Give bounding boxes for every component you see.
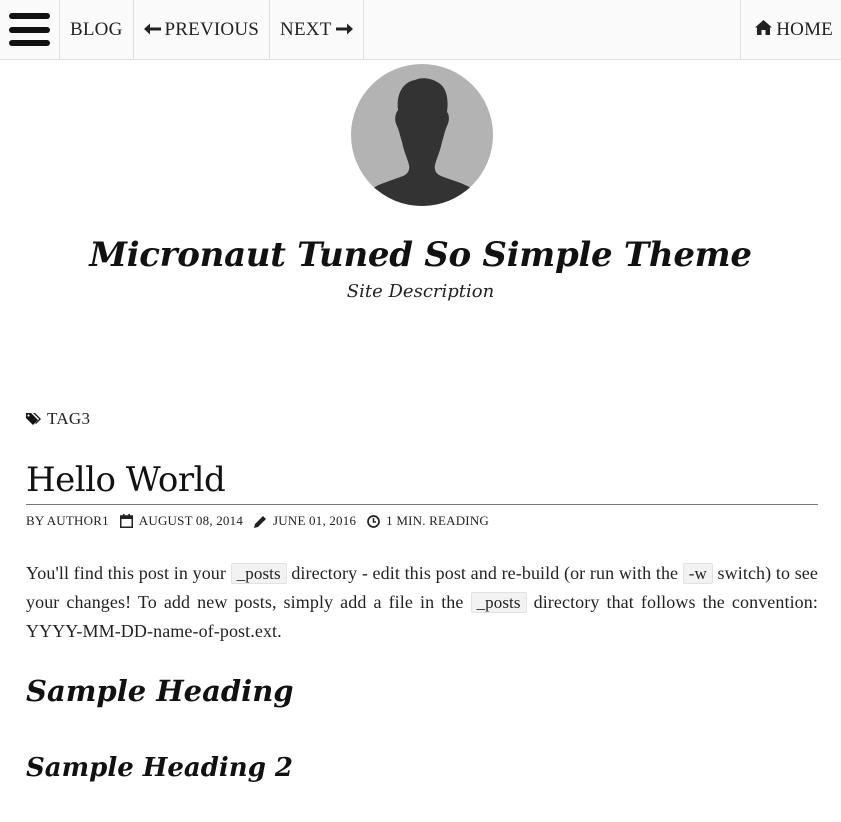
code-watch-flag: -w — [682, 563, 713, 584]
hamburger-menu-icon — [9, 13, 50, 46]
arrow-left-icon — [143, 19, 161, 41]
nav-previous-link[interactable]: PREVIOUS — [134, 0, 271, 59]
nav-home-label: HOME — [776, 18, 833, 40]
code-posts-1: _posts — [230, 563, 287, 584]
post-paragraph: You'll find this post in your _posts dir… — [26, 559, 818, 645]
sample-heading: Sample Heading — [26, 674, 294, 708]
reading-time-text: 1 MIN. READING — [386, 513, 489, 528]
sample-heading-2: Sample Heading 2 — [26, 753, 294, 783]
post-author: BY AUTHOR1 — [26, 513, 109, 528]
nav-previous-label: PREVIOUS — [164, 18, 260, 40]
paragraph-text-1: You'll find this post in your — [26, 563, 231, 583]
published-date-text: AUGUST 08, 2014 — [138, 513, 244, 528]
post-modified-date: JUNE 01, 2016 — [254, 513, 356, 529]
post-meta: BY AUTHOR1 AUGUST 08, 2014 JUNE 01, 2016… — [26, 513, 500, 529]
tag-label: TAG3 — [47, 409, 91, 428]
clock-icon — [367, 514, 381, 528]
avatar — [351, 64, 493, 206]
code-posts-2: _posts — [470, 592, 527, 613]
nav-home-link[interactable]: HOME — [740, 0, 841, 59]
arrow-right-icon — [335, 19, 353, 41]
nav-next-link[interactable]: NEXT — [270, 0, 364, 59]
site-description: Site Description — [346, 281, 495, 302]
nav-blog-link[interactable]: BLOG — [60, 0, 134, 59]
nav-blog-label: BLOG — [70, 18, 123, 40]
post-tag[interactable]: TAG3 — [26, 409, 90, 429]
calendar-icon — [119, 514, 133, 528]
nav-next-label: NEXT — [280, 18, 332, 40]
tags-icon — [26, 413, 41, 425]
menu-button[interactable] — [0, 0, 60, 59]
site-title[interactable]: Micronaut Tuned So Simple Theme — [0, 235, 841, 275]
paragraph-text-2: directory - edit this post and re-build … — [286, 563, 683, 583]
top-navbar: BLOG PREVIOUS NEXT HOME — [0, 0, 841, 60]
home-icon — [755, 19, 773, 41]
post-reading-time: 1 MIN. READING — [367, 513, 489, 529]
pencil-icon — [254, 515, 267, 528]
modified-date-text: JUNE 01, 2016 — [273, 513, 357, 528]
post-published-date: AUGUST 08, 2014 — [119, 513, 244, 529]
post-title: Hello World — [26, 460, 818, 505]
